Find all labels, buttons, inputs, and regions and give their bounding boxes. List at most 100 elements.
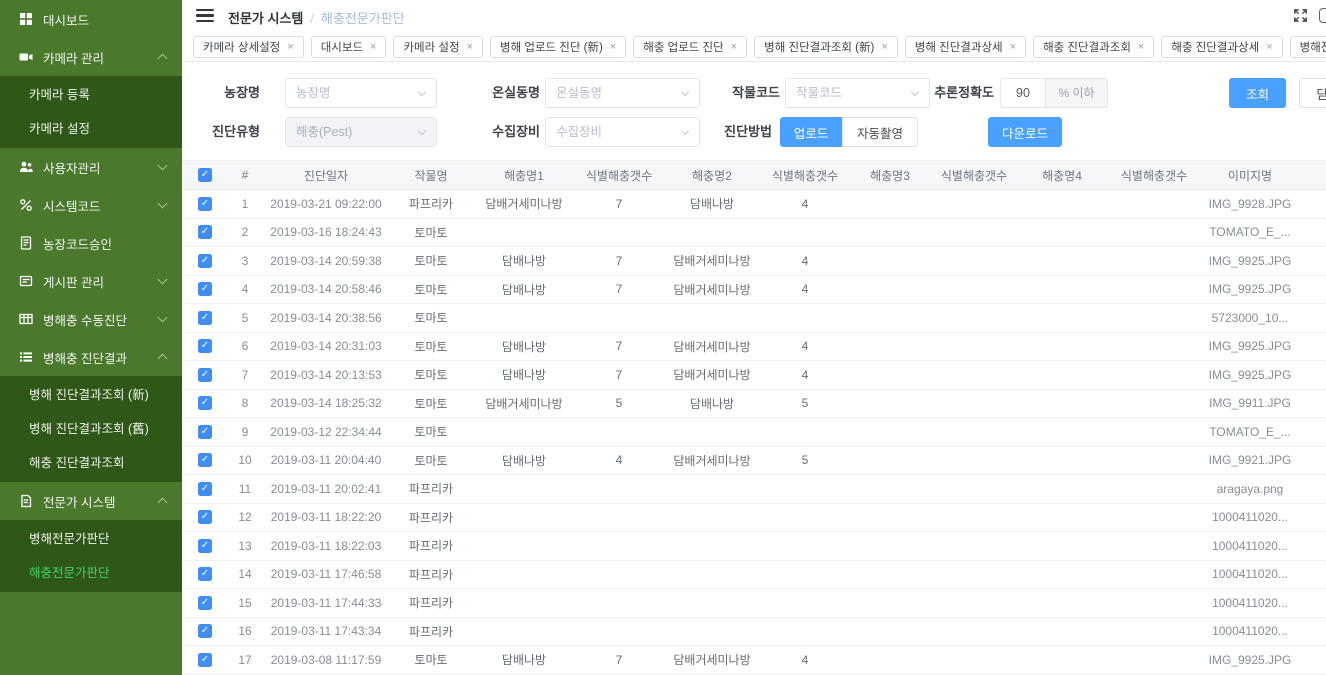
table-row[interactable]: ✓52019-03-14 20:38:56토마토5723000_10...201… xyxy=(182,304,1326,333)
sidebar-subitem[interactable]: 해충 진단결과조회 xyxy=(0,446,182,480)
table-cell: 2019 xyxy=(1300,482,1326,496)
table-row[interactable]: ✓102019-03-11 20:04:40토마토담배나방4담배거세미나방5IM… xyxy=(182,447,1326,476)
tab[interactable]: 대시보드× xyxy=(311,36,387,58)
tab[interactable]: 병해전문가판단× xyxy=(1290,36,1326,58)
column-header: 식별해충갯수 xyxy=(1108,167,1200,184)
table-cell: 5 xyxy=(228,311,262,325)
tab[interactable]: 병해 진단결과조회 (新)× xyxy=(754,36,898,58)
row-checkbox[interactable]: ✓ xyxy=(198,368,212,382)
row-checkbox[interactable]: ✓ xyxy=(198,396,212,410)
sidebar-subitem[interactable]: 카메라 등록 xyxy=(0,78,182,112)
row-checkbox[interactable]: ✓ xyxy=(198,482,212,496)
row-checkbox[interactable]: ✓ xyxy=(198,539,212,553)
sidebar-item[interactable]: 카메라 관리 xyxy=(0,38,182,76)
sidebar-subitem[interactable]: 병해전문가판단 xyxy=(0,522,182,556)
table-row[interactable]: ✓142019-03-11 17:46:58파프리카1000411020...2… xyxy=(182,561,1326,590)
sidebar-item[interactable]: 전문가 시스템 xyxy=(0,482,182,520)
device-select[interactable]: 수집장비 xyxy=(545,117,700,147)
tab-close-icon[interactable]: × xyxy=(731,41,737,53)
row-checkbox[interactable]: ✓ xyxy=(198,339,212,353)
row-checkbox[interactable]: ✓ xyxy=(198,254,212,268)
tab[interactable]: 병해 진단결과상세× xyxy=(905,36,1026,58)
select-all-checkbox[interactable]: ✓ xyxy=(198,168,212,182)
farm-select[interactable]: 농장명 xyxy=(285,78,437,108)
row-checkbox[interactable]: ✓ xyxy=(198,624,212,638)
table-cell: 담배거세미나방 xyxy=(472,395,576,412)
breadcrumb-root[interactable]: 전문가 시스템 xyxy=(228,11,303,26)
diagnosis-type-select[interactable]: 해충(Pest) xyxy=(285,117,437,147)
column-header: 식별해충갯수 xyxy=(576,167,662,184)
accuracy-input[interactable] xyxy=(1000,78,1046,108)
method-upload-button[interactable]: 업로드 xyxy=(780,117,842,147)
table-cell: 2019-03-14 20:59:38 xyxy=(262,254,390,268)
table-row[interactable]: ✓172019-03-08 11:17:59토마토담배나방7담배거세미나방4IM… xyxy=(182,646,1326,675)
table-row[interactable]: ✓92019-03-12 22:34:44토마토TOMATO_E_...2019 xyxy=(182,418,1326,447)
row-checkbox[interactable]: ✓ xyxy=(198,197,212,211)
tab-close-icon[interactable]: × xyxy=(1138,41,1144,53)
table-cell: 담배나방 xyxy=(662,195,762,212)
sidebar-item[interactable]: 농장코드승인 xyxy=(0,224,182,262)
table-row[interactable]: ✓122019-03-11 18:22:20파프리카1000411020...2… xyxy=(182,504,1326,533)
tab[interactable]: 카메라 상세설정× xyxy=(193,36,304,58)
tab-close-icon[interactable]: × xyxy=(1010,41,1016,53)
row-checkbox[interactable]: ✓ xyxy=(198,653,212,667)
tab-close-icon[interactable]: × xyxy=(287,41,293,53)
tab-close-icon[interactable]: × xyxy=(467,41,473,53)
download-button[interactable]: 다운로드 xyxy=(988,117,1062,147)
table-row[interactable]: ✓62019-03-14 20:31:03토마토담배나방7담배거세미나방4IMG… xyxy=(182,333,1326,362)
tab-close-icon[interactable]: × xyxy=(881,41,887,53)
table-row[interactable]: ✓42019-03-14 20:58:46토마토담배나방7담배거세미나방4IMG… xyxy=(182,276,1326,305)
tab[interactable]: 해충 진단결과상세× xyxy=(1161,36,1282,58)
tab[interactable]: 해충 업로드 진단× xyxy=(633,36,747,58)
tab-close-icon[interactable]: × xyxy=(1266,41,1272,53)
row-checkbox[interactable]: ✓ xyxy=(198,282,212,296)
sidebar-item-label: 병해충 수동진단 xyxy=(43,310,127,329)
menu-toggle-icon[interactable] xyxy=(196,9,214,23)
sidebar-item[interactable]: 시스템코드 xyxy=(0,186,182,224)
partial-icon[interactable] xyxy=(1319,8,1326,23)
row-checkbox[interactable]: ✓ xyxy=(198,567,212,581)
row-checkbox[interactable]: ✓ xyxy=(198,311,212,325)
table-row[interactable]: ✓72019-03-14 20:13:53토마토담배나방7담배거세미나방4IMG… xyxy=(182,361,1326,390)
search-button[interactable]: 조회 xyxy=(1229,78,1286,108)
tab-close-icon[interactable]: × xyxy=(370,41,376,53)
row-checkbox[interactable]: ✓ xyxy=(198,453,212,467)
table-row[interactable]: ✓32019-03-14 20:59:38토마토담배나방7담배거세미나방4IMG… xyxy=(182,247,1326,276)
fullscreen-icon[interactable] xyxy=(1293,8,1308,23)
row-checkbox[interactable]: ✓ xyxy=(198,510,212,524)
sidebar-item[interactable]: 대시보드 xyxy=(0,0,182,38)
sidebar-item[interactable]: 병해충 수동진단 xyxy=(0,300,182,338)
sidebar-subitem[interactable]: 병해 진단결과조회 (舊) xyxy=(0,412,182,446)
table-row[interactable]: ✓22019-03-16 18:24:43토마토TOMATO_E_...2019 xyxy=(182,219,1326,248)
row-checkbox[interactable]: ✓ xyxy=(198,225,212,239)
table-cell: 담배거세미나방 xyxy=(662,452,762,469)
table-cell: 2019-03-11 20:02:41 xyxy=(262,482,390,496)
sidebar-item[interactable]: 게시판 관리 xyxy=(0,262,182,300)
sidebar-item[interactable]: 사용자관리 xyxy=(0,148,182,186)
greenhouse-select[interactable]: 온실동명 xyxy=(545,78,700,108)
tab[interactable]: 카메라 설정× xyxy=(393,36,483,58)
method-auto-button[interactable]: 자동촬영 xyxy=(842,117,918,147)
sidebar-subitem[interactable]: 해충전문가판단 xyxy=(0,556,182,590)
tab-bar: 카메라 상세설정× 대시보드× 카메라 설정× 병해 업로드 진단 (新)× 해충 업로… xyxy=(182,32,1326,62)
table-cell: 2018 xyxy=(1300,282,1326,296)
close-button[interactable]: 닫기 xyxy=(1299,78,1326,108)
tab[interactable]: 해충 진단결과조회× xyxy=(1033,36,1154,58)
sidebar-subitem[interactable]: 카메라 설정 xyxy=(0,112,182,146)
row-checkbox[interactable]: ✓ xyxy=(198,425,212,439)
crop-code-select[interactable]: 작물코드 xyxy=(785,78,930,108)
table-row[interactable]: ✓132019-03-11 18:22:03파프리카1000411020...2… xyxy=(182,532,1326,561)
table-row[interactable]: ✓162019-03-11 17:43:34파프리카1000411020...2… xyxy=(182,618,1326,647)
table-row[interactable]: ✓112019-03-11 20:02:41파프리카aragaya.png201… xyxy=(182,475,1326,504)
row-checkbox[interactable]: ✓ xyxy=(198,596,212,610)
tab-close-icon[interactable]: × xyxy=(610,41,616,53)
sidebar-subitem[interactable]: 병해 진단결과조회 (新) xyxy=(0,378,182,412)
sidebar-item[interactable]: 병해충 진단결과 xyxy=(0,338,182,376)
column-header: 이미지명 xyxy=(1200,167,1300,184)
table-row[interactable]: ✓82019-03-14 18:25:32토마토담배거세미나방5담배나방5IMG… xyxy=(182,390,1326,419)
row-checkbox-cell: ✓ xyxy=(182,510,228,524)
table-row[interactable]: ✓152019-03-11 17:44:33파프리카1000411020...2… xyxy=(182,589,1326,618)
table-row[interactable]: ✓12019-03-21 09:22:00파프리카담배거세미나방7담배나방4IM… xyxy=(182,190,1326,219)
tab[interactable]: 병해 업로드 진단 (新)× xyxy=(490,36,626,58)
table-cell: 담배나방 xyxy=(472,338,576,355)
